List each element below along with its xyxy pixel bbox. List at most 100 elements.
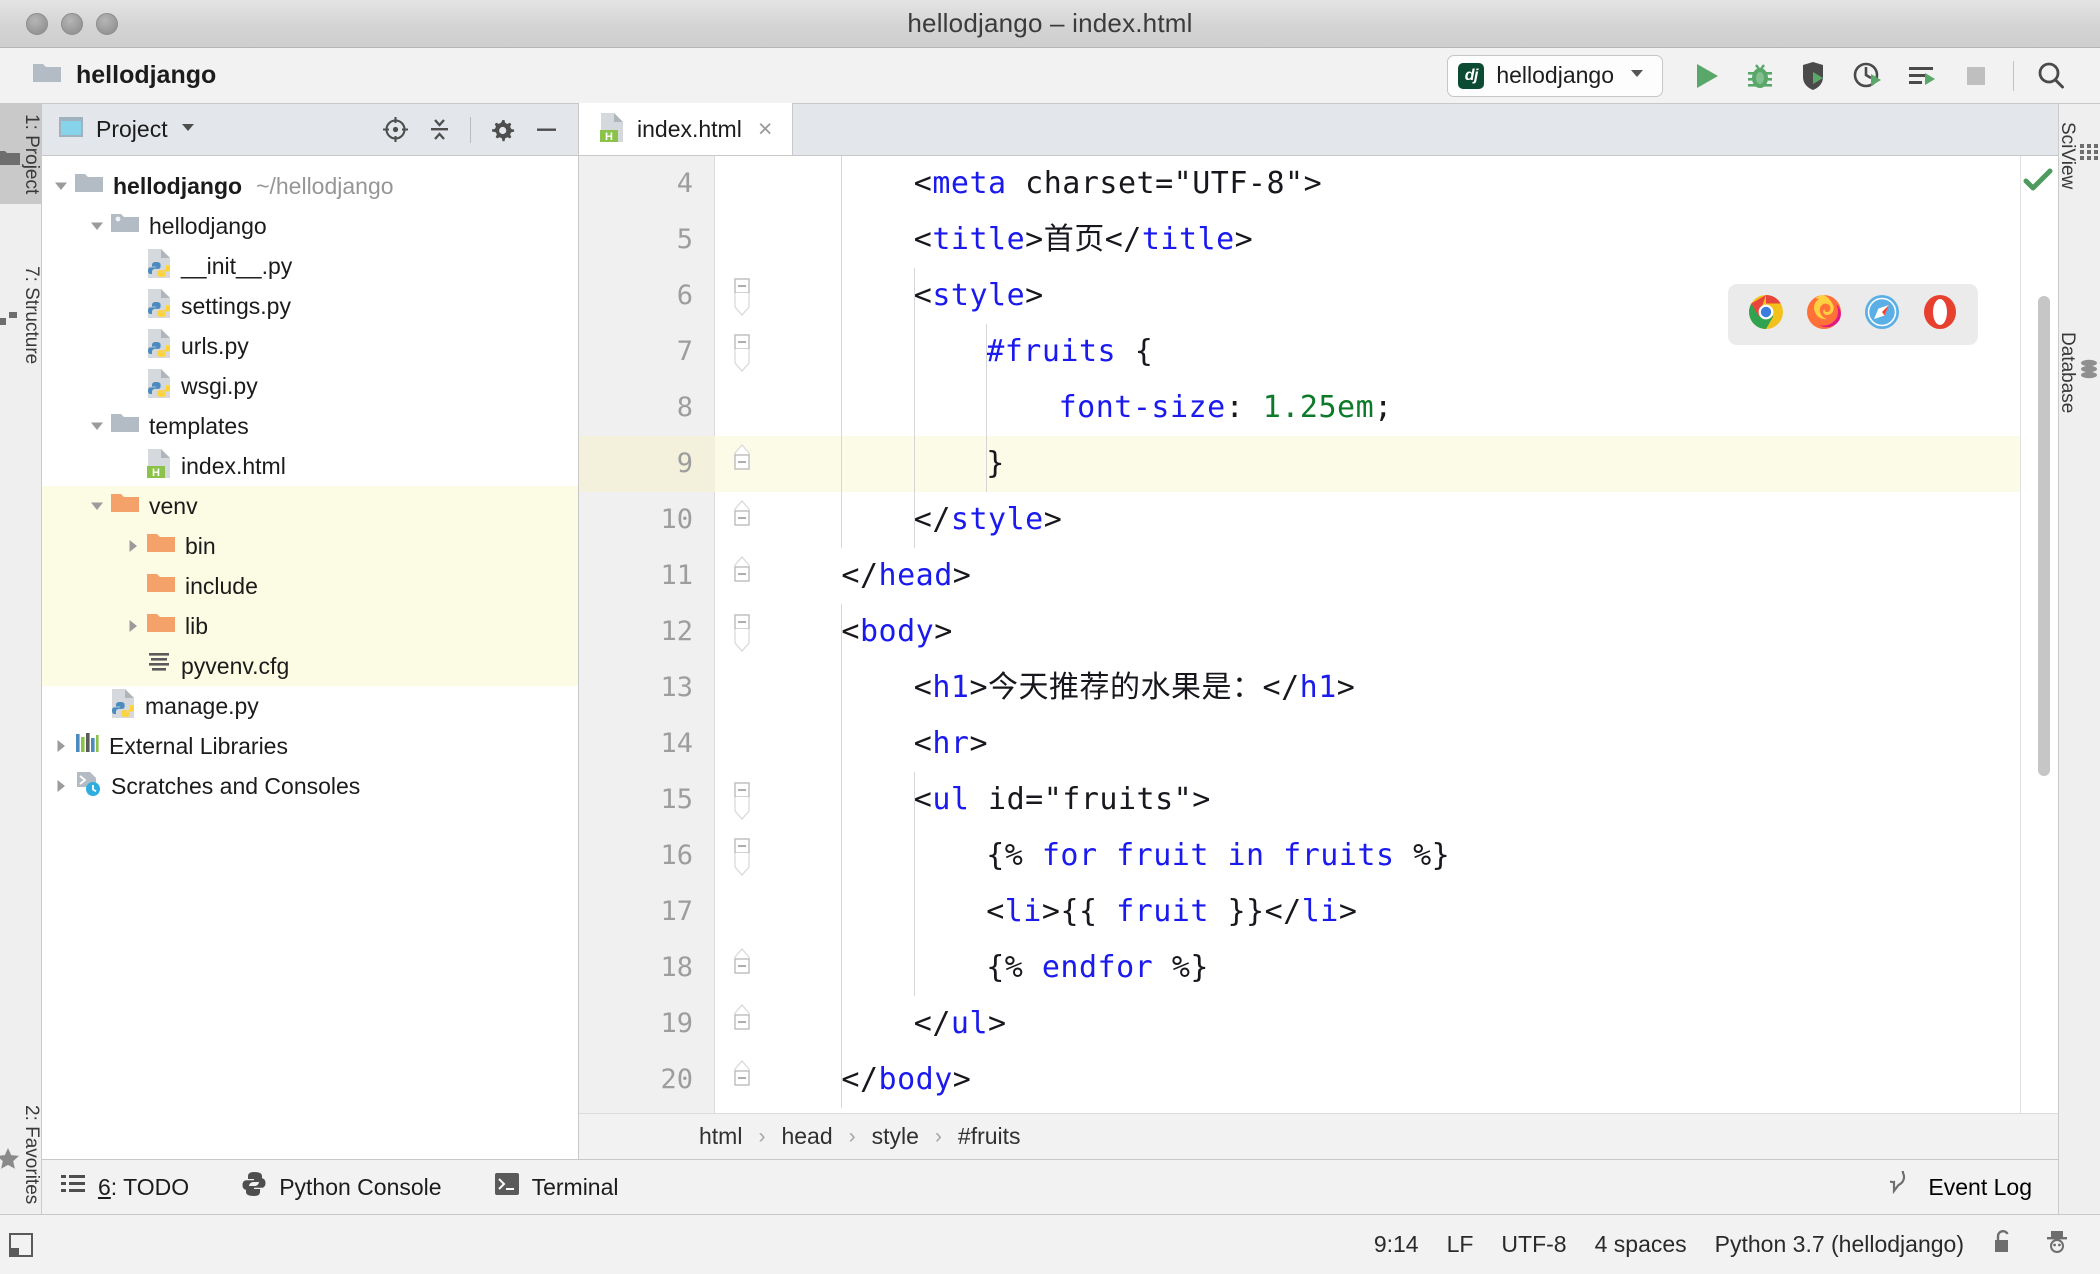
run-icon[interactable]: [1679, 53, 1733, 99]
debug-icon[interactable]: [1733, 53, 1787, 99]
tree-twisty-icon[interactable]: [120, 537, 146, 555]
tree-item-venv[interactable]: venv: [42, 486, 578, 526]
stop-icon[interactable]: [1949, 53, 2003, 99]
tool-window-todo[interactable]: 6: TODO: [60, 1172, 189, 1202]
code-line[interactable]: 9}: [579, 436, 2058, 492]
code-line[interactable]: 18 {% endfor %}: [579, 940, 2058, 996]
tree-item-settings-py[interactable]: settings.py: [42, 286, 578, 326]
gear-icon[interactable]: [482, 111, 522, 149]
sidebar-item-favorites[interactable]: 2: Favorites: [0, 1095, 42, 1214]
sidebar-item-database[interactable]: Database: [2057, 322, 2100, 423]
code-line[interactable]: 5 <title>首页</title>: [579, 212, 2058, 268]
tree-twisty-icon[interactable]: [48, 777, 74, 795]
tree-item-lib[interactable]: lib: [42, 606, 578, 646]
tool-window-python-console[interactable]: Python Console: [241, 1171, 442, 1203]
code-line[interactable]: 12 <body>: [579, 604, 2058, 660]
tree-twisty-icon[interactable]: [84, 217, 110, 235]
show-tool-windows-icon[interactable]: [0, 1232, 42, 1258]
firefox-icon[interactable]: [1806, 294, 1842, 335]
python-interpreter[interactable]: Python 3.7 (hellodjango): [1715, 1231, 1964, 1258]
coverage-icon[interactable]: [1787, 53, 1841, 99]
fold-toggle-icon[interactable]: [722, 436, 762, 492]
fold-toggle-icon[interactable]: [722, 772, 762, 828]
fold-toggle-icon[interactable]: [722, 1052, 762, 1108]
code-line[interactable]: 19 </ul>: [579, 996, 2058, 1052]
lock-icon[interactable]: [1992, 1229, 2016, 1261]
fold-toggle-icon[interactable]: [722, 828, 762, 884]
code-line[interactable]: 11 </head>: [579, 548, 2058, 604]
tree-item-bin[interactable]: bin: [42, 526, 578, 566]
code-line[interactable]: 8 font-size: 1.25em;: [579, 380, 2058, 436]
fold-toggle-icon[interactable]: [722, 492, 762, 548]
locate-icon[interactable]: [375, 111, 415, 149]
sidebar-item-sciview[interactable]: SciView: [2057, 112, 2100, 199]
browser-preview-bar[interactable]: [1728, 284, 1978, 345]
fold-toggle-icon[interactable]: [722, 940, 762, 996]
code-line[interactable]: 10 </style>: [579, 492, 2058, 548]
code-line[interactable]: 15 <ul id="fruits">: [579, 772, 2058, 828]
fold-toggle-icon[interactable]: [722, 604, 762, 660]
tree-item-hellodjango[interactable]: hellodjango: [42, 206, 578, 246]
line-separator[interactable]: LF: [1447, 1231, 1474, 1258]
minimize-icon[interactable]: [526, 111, 566, 149]
code-line[interactable]: 17 <li>{{ fruit }}</li>: [579, 884, 2058, 940]
file-encoding[interactable]: UTF-8: [1501, 1231, 1566, 1258]
breadcrumb-item[interactable]: head: [781, 1123, 832, 1150]
tree-item-urls-py[interactable]: urls.py: [42, 326, 578, 366]
fold-toggle-icon[interactable]: [722, 324, 762, 380]
inspector-hat-icon[interactable]: [2044, 1229, 2070, 1261]
tree-item-hellodjango[interactable]: hellodjango ~/hellodjango: [42, 166, 578, 206]
tree-item--init-py[interactable]: __init__.py: [42, 246, 578, 286]
editor-scrollbar-thumb[interactable]: [2038, 296, 2050, 776]
fold-toggle-icon[interactable]: [722, 716, 762, 772]
tree-item-wsgi-py[interactable]: wsgi.py: [42, 366, 578, 406]
fold-toggle-icon[interactable]: [722, 268, 762, 324]
tree-item-manage-py[interactable]: manage.py: [42, 686, 578, 726]
profile-icon[interactable]: [1841, 53, 1895, 99]
tool-window-terminal[interactable]: Terminal: [494, 1172, 619, 1202]
code-editor[interactable]: 4 <meta charset="UTF-8"> 5 <title>首页</title…: [579, 156, 2058, 1153]
code-line[interactable]: 14 <hr>: [579, 716, 2058, 772]
close-icon[interactable]: ×: [754, 116, 777, 142]
tab-index-html[interactable]: H index.html ×: [579, 103, 794, 155]
tree-twisty-icon[interactable]: [120, 617, 146, 635]
run-configuration-selector[interactable]: dj hellodjango: [1447, 54, 1663, 97]
tree-twisty-icon[interactable]: [84, 497, 110, 515]
tree-item-templates[interactable]: templates: [42, 406, 578, 446]
search-icon[interactable]: [2024, 53, 2078, 99]
fold-toggle-icon[interactable]: [722, 548, 762, 604]
tree-twisty-icon[interactable]: [84, 417, 110, 435]
tree-item-pyvenv-cfg[interactable]: pyvenv.cfg: [42, 646, 578, 686]
indent-setting[interactable]: 4 spaces: [1595, 1231, 1687, 1258]
breadcrumb-item[interactable]: #fruits: [958, 1123, 1021, 1150]
fold-toggle-icon[interactable]: [722, 156, 762, 212]
sidebar-item-structure[interactable]: 7: Structure: [0, 256, 42, 374]
breadcrumb-item[interactable]: html: [699, 1123, 742, 1150]
chrome-icon[interactable]: [1748, 294, 1784, 335]
code-line[interactable]: 16 {% for fruit in fruits %}: [579, 828, 2058, 884]
tree-twisty-icon[interactable]: [48, 177, 74, 195]
sidebar-item-project[interactable]: 1: Project: [0, 104, 42, 205]
inspection-gutter[interactable]: [2020, 156, 2058, 1113]
fold-toggle-icon[interactable]: [722, 996, 762, 1052]
opera-icon[interactable]: [1922, 294, 1958, 335]
code-line[interactable]: 13 <h1>今天推荐的水果是：</h1>: [579, 660, 2058, 716]
fold-toggle-icon[interactable]: [722, 884, 762, 940]
tree-twisty-icon[interactable]: [48, 737, 74, 755]
safari-icon[interactable]: [1864, 294, 1900, 335]
code-line[interactable]: 4 <meta charset="UTF-8">: [579, 156, 2058, 212]
fold-toggle-icon[interactable]: [722, 660, 762, 716]
tree-item-external-libraries[interactable]: External Libraries: [42, 726, 578, 766]
caret-position[interactable]: 9:14: [1374, 1231, 1419, 1258]
fold-toggle-icon[interactable]: [722, 380, 762, 436]
tree-item-scratches-and-consoles[interactable]: Scratches and Consoles: [42, 766, 578, 806]
tree-item-index-html[interactable]: Hindex.html: [42, 446, 578, 486]
tree-item-include[interactable]: include: [42, 566, 578, 606]
breadcrumb-item[interactable]: style: [872, 1123, 919, 1150]
event-log-button[interactable]: Event Log: [1882, 1162, 2032, 1203]
code-line[interactable]: 20 </body>: [579, 1052, 2058, 1108]
chevron-down-icon[interactable]: [178, 117, 198, 142]
run-console-icon[interactable]: [1895, 53, 1949, 99]
fold-toggle-icon[interactable]: [722, 212, 762, 268]
collapse-all-icon[interactable]: [419, 111, 459, 149]
